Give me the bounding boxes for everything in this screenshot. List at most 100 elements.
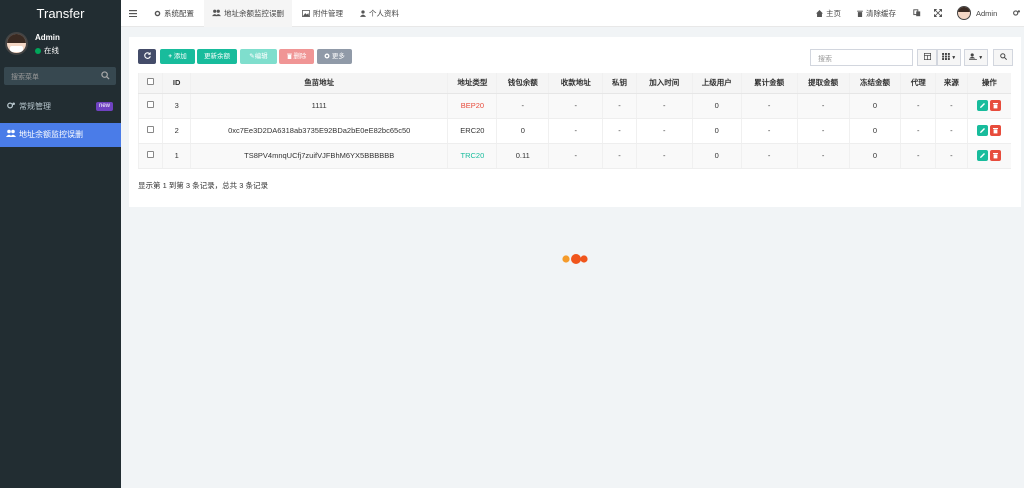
cell-balance: - xyxy=(496,93,549,119)
more-label: 更多 xyxy=(331,53,345,60)
pencil-icon xyxy=(980,103,986,108)
update-balance-button[interactable]: 更新余额 xyxy=(197,49,237,64)
pagination-summary: 显示第 1 到第 3 条记录，总共 3 条记录 xyxy=(138,181,269,190)
avatar[interactable] xyxy=(957,6,971,20)
columns-button[interactable]: ▼ xyxy=(937,49,961,66)
user-name: Admin xyxy=(35,33,60,42)
refresh-button[interactable] xyxy=(138,49,156,64)
column-header[interactable]: ID xyxy=(162,73,191,94)
language-icon xyxy=(913,9,921,17)
row-edit-button[interactable] xyxy=(977,100,989,111)
cell-actions xyxy=(966,143,1011,169)
toggle-view-button[interactable] xyxy=(917,49,937,66)
tab-profile[interactable]: 个人资料 xyxy=(352,0,407,27)
checkbox-icon xyxy=(147,126,155,133)
column-header[interactable]: 私钥 xyxy=(602,73,637,94)
edit-button[interactable]: ✎编辑 xyxy=(240,49,277,64)
column-header[interactable]: 地址类型 xyxy=(447,73,497,94)
admin-menu[interactable]: Admin xyxy=(976,0,997,27)
settings-button[interactable] xyxy=(1012,0,1021,27)
row-delete-button[interactable] xyxy=(990,125,1002,136)
menu-toggle-button[interactable] xyxy=(129,0,137,27)
cell-address: 1111 xyxy=(189,93,448,119)
delete-button[interactable]: 删除 xyxy=(279,49,314,64)
user-status-label: 在线 xyxy=(44,46,59,55)
cell-agent: - xyxy=(900,118,936,144)
column-header[interactable]: 代理 xyxy=(900,73,936,94)
column-header[interactable]: 冻结金额 xyxy=(848,73,901,94)
gear-icon xyxy=(154,10,161,17)
cell-type: ERC20 xyxy=(447,118,497,144)
search-icon[interactable] xyxy=(101,71,110,80)
column-header[interactable]: 累计金额 xyxy=(740,73,798,94)
chevron-down-icon: ▼ xyxy=(949,55,957,61)
column-header[interactable]: 钱包余额 xyxy=(496,73,549,94)
sidebar-item-address-monitor[interactable]: 地址余额监控误删 xyxy=(0,123,121,147)
fullscreen-button[interactable] xyxy=(934,0,942,27)
sidebar-search-input[interactable]: 搜索菜单 xyxy=(4,67,116,85)
cell-key: - xyxy=(602,143,637,169)
column-header[interactable]: 鱼苗地址 xyxy=(189,73,448,94)
cell-frozen: 0 xyxy=(848,93,901,119)
row-checkbox[interactable] xyxy=(137,143,163,169)
pencil-icon xyxy=(980,153,986,158)
user-icon xyxy=(360,10,366,17)
update-balance-label: 更新余额 xyxy=(204,53,230,60)
row-checkbox[interactable] xyxy=(137,93,163,119)
cell-balance: 0.11 xyxy=(496,143,549,169)
cell-agent: - xyxy=(900,143,936,169)
row-checkbox[interactable] xyxy=(137,118,163,144)
sidebar: Transfer Admin 在线 搜索菜单 常规管理 new 地址余额监控误删 xyxy=(0,0,121,488)
tab-label: 系统配置 xyxy=(164,9,194,18)
table-search-input[interactable]: 搜索 xyxy=(810,49,913,66)
row-edit-button[interactable] xyxy=(977,150,989,161)
table-row[interactable]: 2 0xc7Ee3D2DA6318ab3735E92BDa2bE0eE82bc6… xyxy=(137,118,1011,144)
cell-receive: - xyxy=(548,118,603,144)
column-header[interactable]: 提取金额 xyxy=(796,73,850,94)
row-delete-button[interactable] xyxy=(990,150,1002,161)
cogs-icon xyxy=(7,102,15,109)
loading-spinner-icon xyxy=(562,254,588,264)
app-logo[interactable]: Transfer xyxy=(0,0,121,27)
column-header[interactable]: 收款地址 xyxy=(548,73,603,94)
column-header: 操作 xyxy=(966,73,1011,94)
select-all-checkbox[interactable] xyxy=(137,73,163,94)
tab-label: 附件管理 xyxy=(313,9,343,18)
cell-receive: - xyxy=(548,143,603,169)
new-badge: new xyxy=(95,102,113,111)
cell-parent: 0 xyxy=(691,118,742,144)
language-button[interactable] xyxy=(913,0,921,27)
cell-key: - xyxy=(602,93,637,119)
cell-frozen: 0 xyxy=(848,143,901,169)
cell-frozen: 0 xyxy=(848,118,901,144)
cell-type: BEP20 xyxy=(447,93,497,119)
add-button[interactable]: + 添加 xyxy=(160,49,195,64)
pencil-icon xyxy=(980,128,986,133)
checkbox-icon xyxy=(147,101,155,108)
column-header[interactable]: 上级用户 xyxy=(691,73,742,94)
plus-icon: + xyxy=(168,53,172,60)
cell-withdrawn: - xyxy=(796,93,850,119)
table-row[interactable]: 1 TS8PV4mnqUCfj7zuifVJFBhM6YX5BBBBBB TRC… xyxy=(137,143,1011,169)
clear-cache-link[interactable]: 清除缓存 xyxy=(857,0,896,27)
edit-label: 编辑 xyxy=(254,53,268,60)
column-header[interactable]: 加入时间 xyxy=(635,73,693,94)
table-header-row: ID 鱼苗地址 地址类型 钱包余额 收款地址 私钥 加入时间 上级用户 累计金额… xyxy=(137,73,1011,94)
trash-icon xyxy=(993,153,999,159)
home-link[interactable]: 主页 xyxy=(816,0,841,27)
add-label: 添加 xyxy=(173,53,187,60)
row-delete-button[interactable] xyxy=(990,100,1002,111)
row-edit-button[interactable] xyxy=(977,125,989,136)
cell-balance: 0 xyxy=(496,118,549,144)
sidebar-item-general[interactable]: 常规管理 new xyxy=(0,95,121,119)
more-button[interactable]: 更多 xyxy=(317,49,352,64)
export-button[interactable]: ▼ xyxy=(964,49,988,66)
sidebar-item-label: 常规管理 xyxy=(19,102,51,111)
tab-address-monitor[interactable]: 地址余额监控误删 xyxy=(204,0,292,27)
hamburger-icon xyxy=(129,10,137,18)
tab-system-config[interactable]: 系统配置 xyxy=(146,0,202,27)
tab-attachments[interactable]: 附件管理 xyxy=(294,0,351,27)
column-header[interactable]: 来源 xyxy=(935,73,968,94)
table-row[interactable]: 3 1111 BEP20 - - - - 0 - - 0 - - xyxy=(137,93,1011,119)
search-toggle-button[interactable] xyxy=(993,49,1013,66)
